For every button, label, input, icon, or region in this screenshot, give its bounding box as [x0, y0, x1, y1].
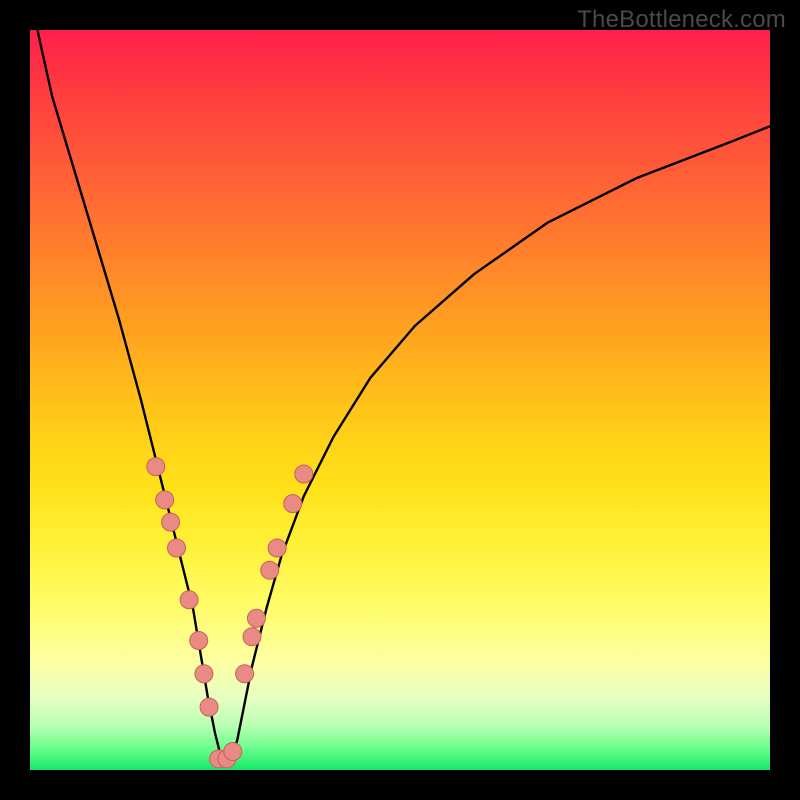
chart-frame: TheBottleneck.com — [0, 0, 800, 800]
bottleneck-curve — [37, 30, 770, 763]
data-marker — [195, 665, 213, 683]
data-marker — [268, 539, 286, 557]
data-marker — [247, 609, 265, 627]
data-marker — [168, 539, 186, 557]
curve-path-group — [37, 30, 770, 763]
data-marker — [147, 458, 165, 476]
data-marker — [162, 513, 180, 531]
plot-area — [30, 30, 770, 770]
data-marker — [180, 591, 198, 609]
data-marker — [224, 743, 242, 761]
data-marker — [200, 698, 218, 716]
watermark-text: TheBottleneck.com — [577, 6, 786, 34]
data-marker — [295, 465, 313, 483]
data-marker — [284, 495, 302, 513]
data-marker — [156, 491, 174, 509]
data-marker — [236, 665, 254, 683]
curve-layer — [30, 30, 770, 770]
marker-group — [147, 458, 313, 768]
data-marker — [243, 628, 261, 646]
data-marker — [190, 632, 208, 650]
data-marker — [261, 561, 279, 579]
